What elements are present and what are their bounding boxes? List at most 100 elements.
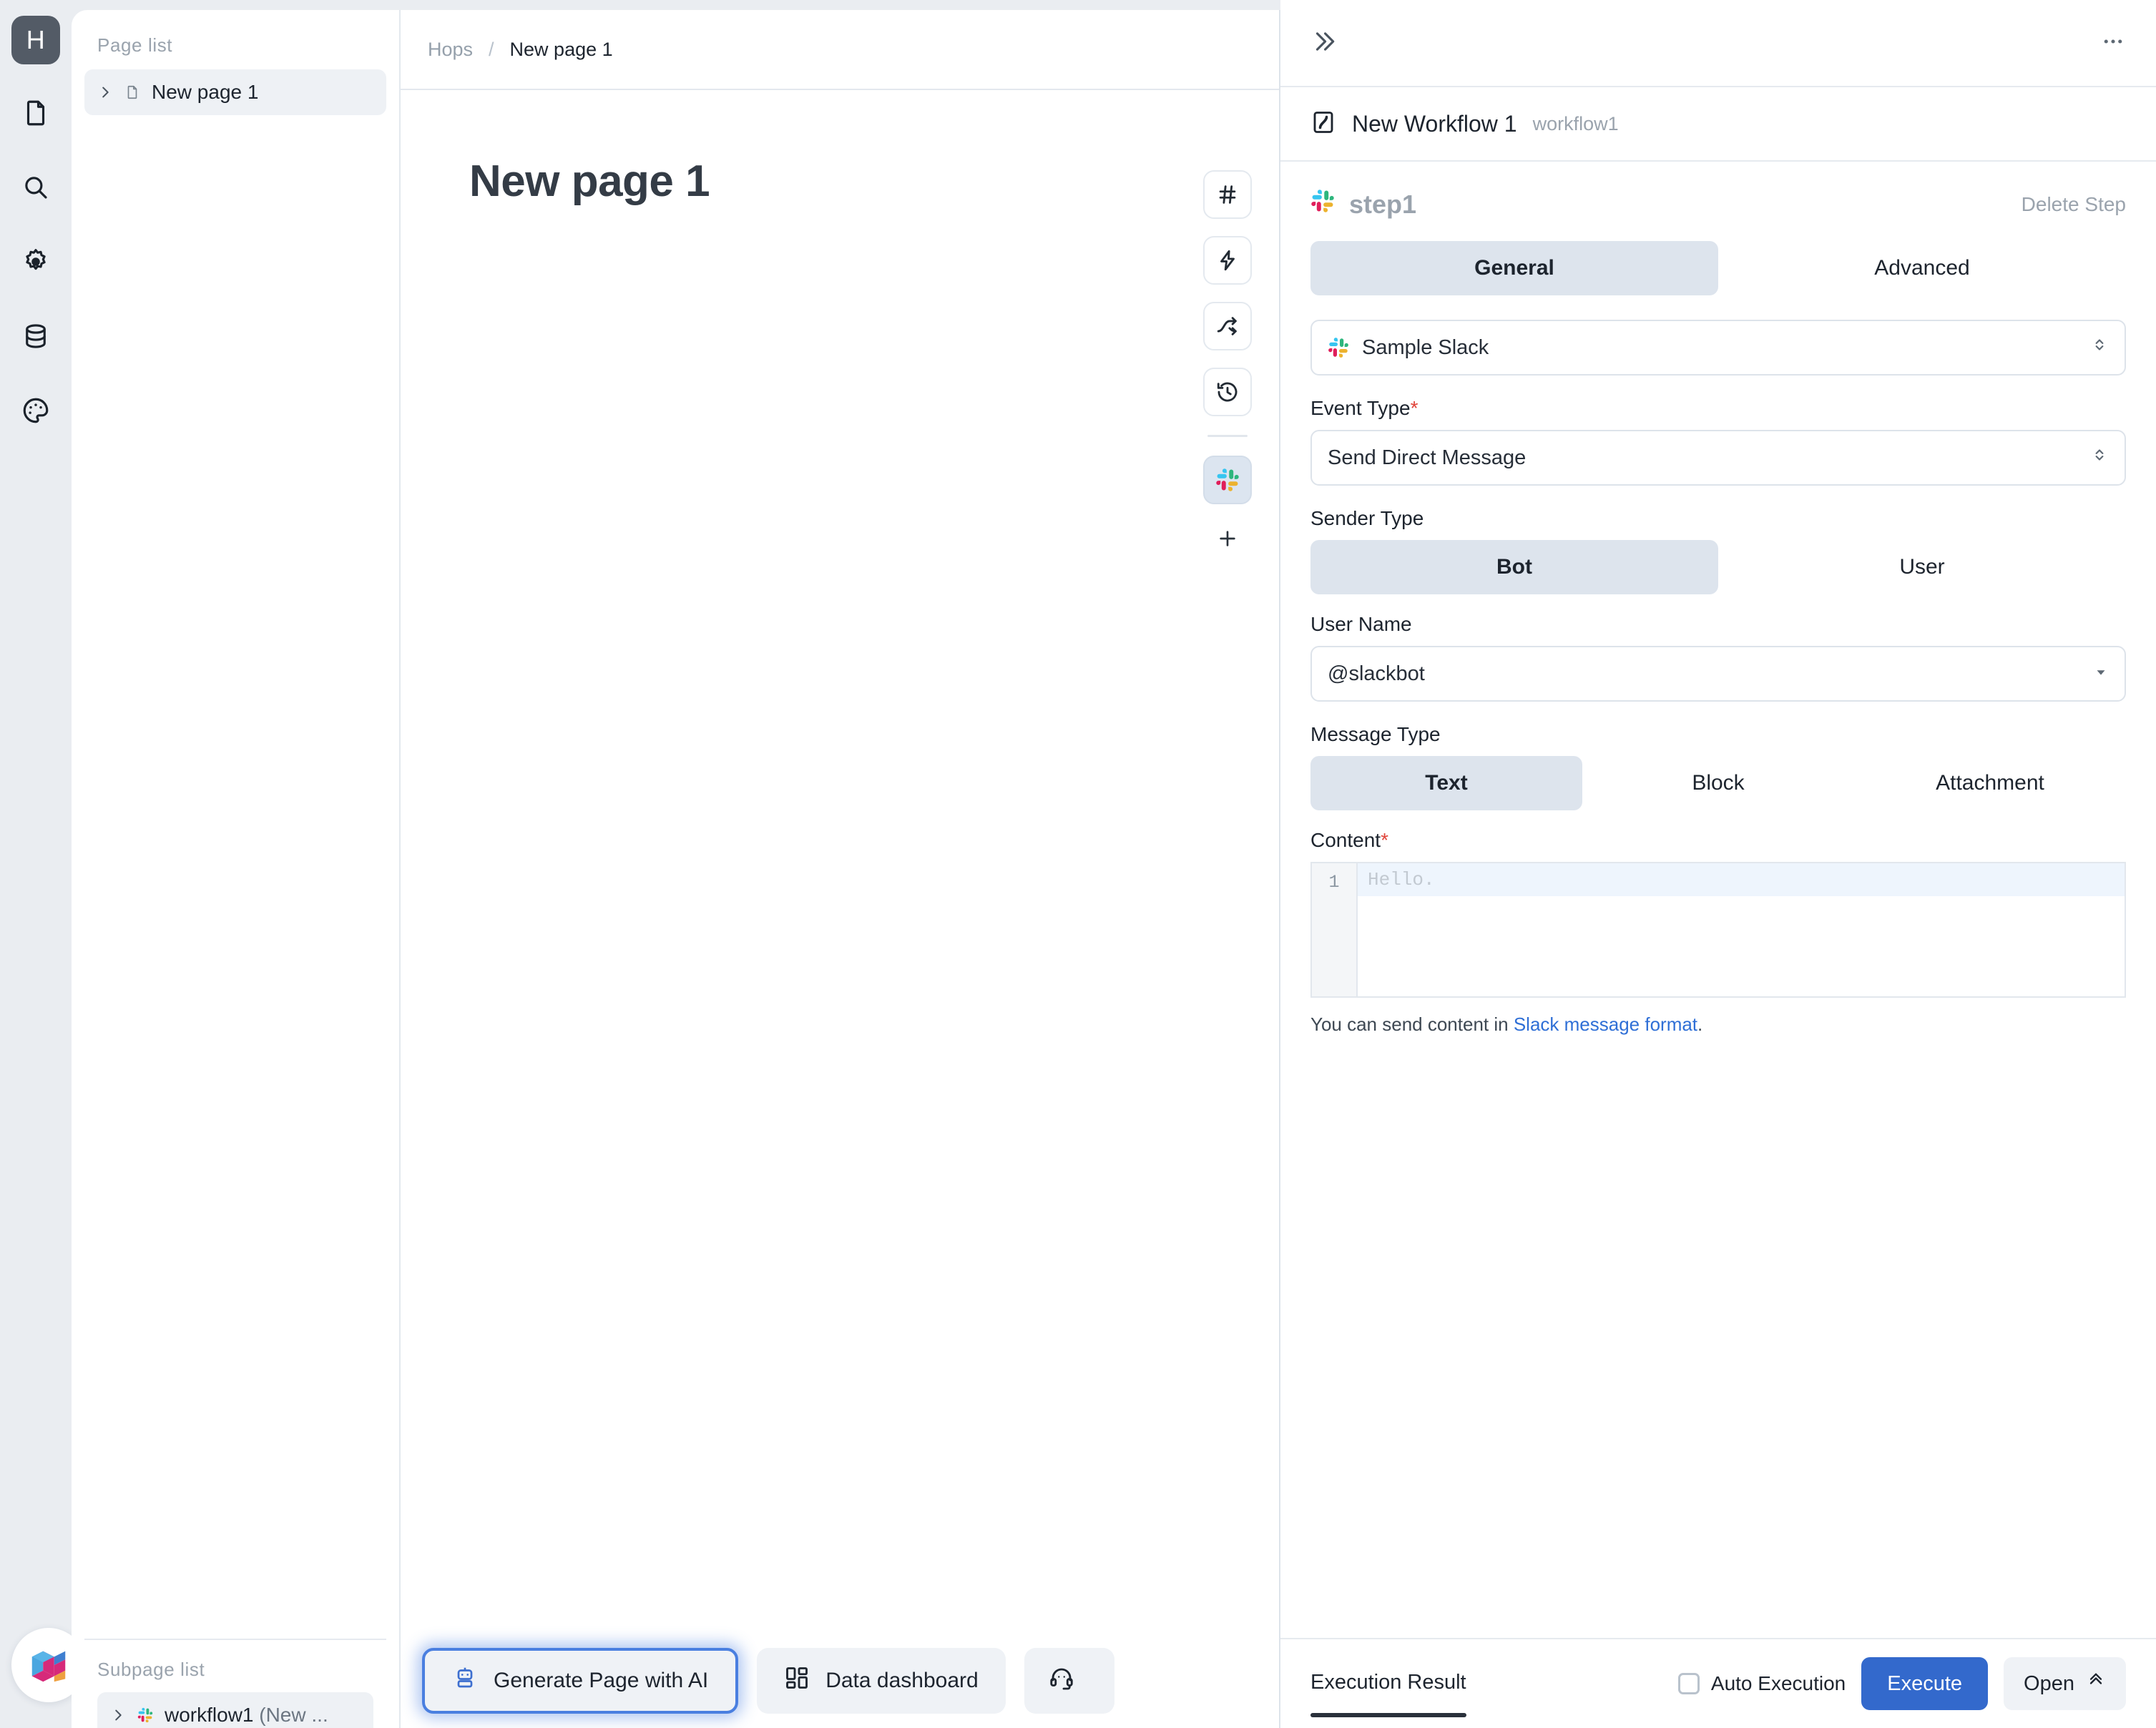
chevrons-right-icon[interactable] bbox=[1310, 28, 1338, 59]
sender-type-label: Sender Type bbox=[1310, 507, 1424, 529]
open-button[interactable]: Open bbox=[2004, 1657, 2126, 1710]
chevrons-up-icon bbox=[2086, 1671, 2106, 1697]
toolbar-divider bbox=[1207, 435, 1248, 437]
breadcrumb-root[interactable]: Hops bbox=[428, 39, 473, 61]
editor-text-area[interactable]: Hello. bbox=[1358, 863, 2125, 996]
step-header-row: step1 Delete Step bbox=[1310, 162, 2126, 241]
data-dashboard-label: Data dashboard bbox=[825, 1669, 979, 1692]
sender-type-user[interactable]: User bbox=[1718, 540, 2126, 594]
helper-suffix: . bbox=[1697, 1013, 1703, 1035]
page-list-item-new-page-1[interactable]: New page 1 bbox=[84, 69, 386, 115]
auto-execution-checkbox[interactable] bbox=[1677, 1673, 1700, 1694]
slack-icon bbox=[1328, 337, 1349, 358]
support-button[interactable] bbox=[1024, 1648, 1114, 1714]
event-type-select[interactable]: Send Direct Message bbox=[1310, 430, 2126, 486]
content-editor[interactable]: 1 Hello. bbox=[1310, 862, 2126, 998]
palette-icon[interactable] bbox=[11, 386, 60, 435]
user-name-value: @slackbot bbox=[1328, 662, 1425, 685]
chevron-right-icon[interactable] bbox=[110, 1707, 126, 1723]
connection-value: Sample Slack bbox=[1362, 335, 1489, 359]
workflow-title-row[interactable]: New Workflow 1 workflow1 bbox=[1280, 87, 2156, 162]
breadcrumb: Hops / New page 1 bbox=[401, 10, 1279, 90]
branch-icon-button[interactable] bbox=[1203, 302, 1252, 350]
message-type-attachment[interactable]: Attachment bbox=[1854, 756, 2126, 810]
open-label: Open bbox=[2024, 1671, 2074, 1695]
helper-prefix: You can send content in bbox=[1310, 1013, 1514, 1035]
page-canvas: New page 1 Generate Page with AI Data da… bbox=[401, 90, 1279, 1728]
search-icon[interactable] bbox=[11, 163, 60, 212]
page-list-header: Page list bbox=[97, 34, 173, 56]
ellipsis-icon[interactable] bbox=[2100, 29, 2126, 58]
required-marker: * bbox=[1410, 397, 1418, 419]
content-label: Content* bbox=[1310, 829, 1388, 851]
slack-message-format-link[interactable]: Slack message format bbox=[1514, 1013, 1697, 1035]
message-type-toggle: Text Block Attachment bbox=[1310, 756, 2126, 810]
message-type-text[interactable]: Text bbox=[1310, 756, 1582, 810]
data-dashboard-button[interactable]: Data dashboard bbox=[757, 1648, 1006, 1714]
chevron-updown-icon bbox=[2090, 446, 2109, 470]
chevron-down-icon bbox=[2093, 662, 2109, 686]
canvas-action-bar: Generate Page with AI Data dashboard bbox=[401, 1624, 1279, 1728]
robot-icon bbox=[452, 1665, 478, 1697]
page-list-panel: Page list New page 1 Subpage list workfl… bbox=[72, 10, 401, 1728]
workspace-avatar[interactable]: H bbox=[11, 16, 60, 64]
breadcrumb-separator: / bbox=[489, 38, 494, 60]
sender-type-bot[interactable]: Bot bbox=[1310, 540, 1718, 594]
database-icon[interactable] bbox=[11, 312, 60, 360]
history-icon-button[interactable] bbox=[1203, 368, 1252, 416]
document-icon[interactable] bbox=[11, 89, 60, 137]
generate-page-with-ai-label: Generate Page with AI bbox=[494, 1669, 709, 1692]
subpage-list-section: Subpage list workflow1 (New ... bbox=[84, 1639, 386, 1728]
editor-line-number: 1 bbox=[1312, 863, 1358, 996]
gear-icon[interactable] bbox=[11, 237, 60, 286]
page-list-spacer bbox=[72, 115, 399, 1639]
editor-placeholder: Hello. bbox=[1358, 863, 2125, 896]
execution-bar: Execution Result Auto Execution Execute … bbox=[1280, 1638, 2156, 1728]
workflow-slug: workflow1 bbox=[1532, 112, 1619, 134]
chevron-right-icon[interactable] bbox=[97, 84, 113, 100]
required-marker: * bbox=[1381, 829, 1388, 851]
hash-icon-button[interactable] bbox=[1203, 170, 1252, 219]
icon-rail: H bbox=[0, 0, 86, 1728]
page-list-item-label: New page 1 bbox=[152, 81, 259, 103]
message-type-block[interactable]: Block bbox=[1582, 756, 1854, 810]
event-type-label: Event Type* bbox=[1310, 397, 1418, 419]
page-file-icon bbox=[124, 84, 140, 100]
breadcrumb-current[interactable]: New page 1 bbox=[510, 39, 613, 61]
center-panel: Hops / New page 1 New page 1 Generate Pa… bbox=[401, 10, 1280, 1728]
chevron-updown-icon bbox=[2090, 335, 2109, 360]
slack-icon-button[interactable] bbox=[1203, 456, 1252, 504]
workflow-panel: New Workflow 1 workflow1 step1 Delete St… bbox=[1280, 0, 2156, 1728]
user-name-select[interactable]: @slackbot bbox=[1310, 646, 2126, 702]
execution-result-tab[interactable]: Execution Result bbox=[1310, 1649, 1466, 1719]
step-name-wrap: step1 bbox=[1310, 189, 1416, 220]
step-name-label: step1 bbox=[1349, 189, 1417, 219]
workflow-panel-header bbox=[1280, 0, 2156, 87]
generate-page-with-ai-button[interactable]: Generate Page with AI bbox=[422, 1648, 739, 1714]
sender-type-toggle: Bot User bbox=[1310, 540, 2126, 594]
delete-step-button[interactable]: Delete Step bbox=[2022, 193, 2126, 216]
auto-execution-label: Auto Execution bbox=[1710, 1672, 1846, 1694]
tab-advanced[interactable]: Advanced bbox=[1718, 241, 2126, 295]
slack-icon bbox=[137, 1707, 153, 1723]
message-type-label: Message Type bbox=[1310, 723, 1441, 745]
connection-select[interactable]: Sample Slack bbox=[1310, 320, 2126, 375]
subpage-list-header: Subpage list bbox=[97, 1659, 205, 1680]
user-name-label: User Name bbox=[1310, 613, 1412, 635]
add-step-button[interactable] bbox=[1207, 521, 1248, 556]
canvas-toolbar bbox=[1203, 170, 1252, 556]
workflow-icon bbox=[1310, 109, 1336, 139]
page-title: New page 1 bbox=[469, 157, 710, 206]
auto-execution-toggle[interactable]: Auto Execution bbox=[1677, 1672, 1846, 1695]
subpage-list-item-workflow1[interactable]: workflow1 (New ... bbox=[97, 1692, 373, 1728]
headset-icon bbox=[1049, 1665, 1074, 1697]
tab-general[interactable]: General bbox=[1310, 241, 1718, 295]
dashboard-icon bbox=[784, 1665, 810, 1697]
lightning-bolt-icon-button[interactable] bbox=[1203, 236, 1252, 285]
subpage-list-item-label: workflow1 (New ... bbox=[165, 1704, 328, 1726]
step-tabs: General Advanced bbox=[1310, 241, 2126, 295]
execution-controls: Auto Execution Execute Open bbox=[1677, 1657, 2126, 1710]
execute-button[interactable]: Execute bbox=[1861, 1657, 1989, 1710]
event-type-value: Send Direct Message bbox=[1328, 446, 1527, 469]
content-helper-text: You can send content in Slack message fo… bbox=[1310, 1013, 2126, 1036]
